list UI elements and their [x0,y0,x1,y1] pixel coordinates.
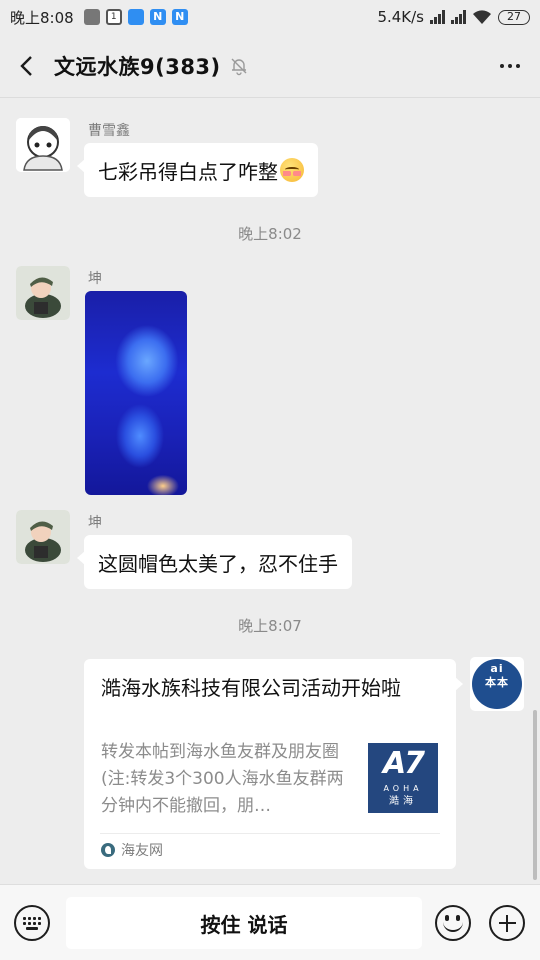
scrollbar[interactable] [533,710,537,880]
card-divider [100,833,440,834]
signal-icon [451,10,466,24]
chat-title: 文远水族9(383) [54,54,221,79]
network-speed: 5.4K/s [377,8,424,26]
emoji-button[interactable] [435,905,471,941]
input-bar: 按住 说话 [0,884,540,960]
calendar-icon: 1 [105,9,122,25]
share-card-thumbnail: A7 AOHA 澔海 [368,743,438,813]
self-avatar[interactable]: ai 本本 [470,657,524,711]
chat-header: 文远水族9(383) [0,34,540,98]
sender-name: 坤 [88,271,102,287]
self-avatar-top: ai [490,662,504,675]
self-avatar-bottom: 本本 [485,676,509,689]
wifi-icon [473,10,491,24]
battery-icon: 27 [498,9,530,25]
hold-to-talk-button[interactable]: 按住 说话 [66,897,422,949]
chevron-left-icon [20,55,32,76]
blush-emoji-icon [280,158,304,182]
aoha-logo-sub: AOHA [383,784,423,793]
chat-area[interactable]: 曹雪鑫 七彩吊得白点了咋整 晚上8:02 坤 坤 这圆帽色太美了，忍不住手 晚上… [0,98,540,884]
timestamp: 晚上8:02 [238,225,302,243]
sender-name: 坤 [88,515,102,531]
more-actions-plus-button[interactable] [489,905,525,941]
message-text: 七彩吊得白点了咋整 [98,159,278,184]
avatar[interactable] [16,266,70,320]
source-logo-icon [101,843,115,857]
share-card[interactable]: 澔海水族科技有限公司活动开始啦 转发本帖到海水鱼友群及朋友圈(注:转发3个300… [84,659,463,869]
aoha-logo: A7 [382,746,425,781]
aoha-logo-cn: 澔海 [389,796,417,807]
sender-name: 曹雪鑫 [88,123,130,139]
back-button[interactable] [0,34,54,98]
keyboard-toggle-button[interactable] [14,905,50,941]
n-app-icon: N [171,9,188,25]
n-app-icon: N [149,9,166,25]
avatar[interactable] [16,118,70,172]
gallery-icon [83,9,100,25]
cloud-icon [127,9,144,25]
signal-icon [430,10,445,24]
share-card-source: 海友网 [101,840,163,860]
timestamp: 晚上8:07 [238,617,302,635]
share-card-description: 转发本帖到海水鱼友群及朋友圈(注:转发3个300人海水鱼友群两分钟内不能撤回，朋… [101,742,344,816]
status-time: 晚上8:08 [10,8,74,27]
share-card-title: 澔海水族科技有限公司活动开始啦 [101,676,401,700]
message-bubble[interactable]: 这圆帽色太美了，忍不住手 [77,535,352,589]
status-bar: 晚上8:08 1 N N 5.4K/s 27 [0,0,540,34]
message-bubble[interactable]: 七彩吊得白点了咋整 [77,143,318,197]
message-text: 这圆帽色太美了，忍不住手 [98,551,338,576]
fish-photo-image[interactable] [85,291,187,495]
more-options-button[interactable] [480,34,540,98]
avatar[interactable] [16,510,70,564]
source-name: 海友网 [121,843,163,859]
mute-bell-icon [231,58,247,75]
